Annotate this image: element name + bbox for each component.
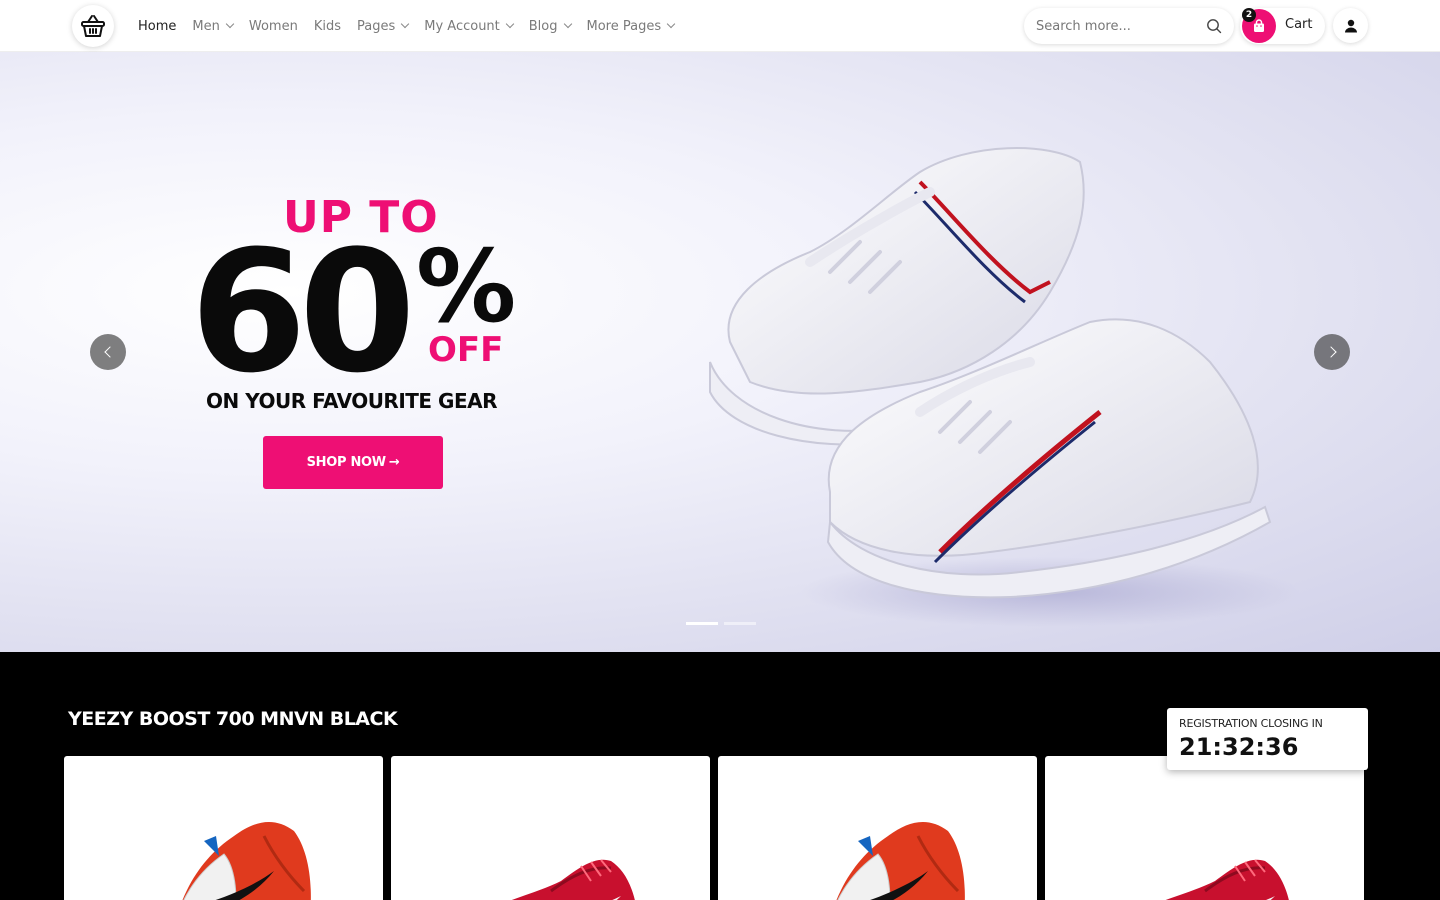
chevron-down-icon (563, 19, 572, 29)
chevron-down-icon (666, 19, 676, 29)
cart-count-badge: 2 (1242, 8, 1256, 22)
nav-kids[interactable]: Kids (314, 19, 341, 34)
promo-tagline: ON YOUR FAVOURITE GEAR (206, 389, 498, 413)
slider-dot[interactable] (724, 622, 756, 625)
chevron-left-icon (103, 346, 116, 358)
white-red-running-shoe-image (182, 821, 311, 900)
promo-percent-sign: % (416, 228, 517, 345)
nav-pages[interactable]: Pages (357, 19, 410, 34)
hero-slider: UP TO 60 % OFF ON YOUR FAVOURITE GEAR SH… (0, 52, 1440, 652)
slider-dot[interactable] (686, 622, 718, 625)
countdown-timer: REGISTRATION CLOSING IN 21:32:36 (1167, 708, 1368, 770)
nav-women[interactable]: Women (249, 19, 298, 34)
chevron-down-icon (225, 19, 235, 29)
product-card[interactable] (718, 756, 1037, 900)
shop-now-label: SHOP NOW (306, 455, 387, 470)
chevron-down-icon (505, 19, 515, 29)
arrow-right-icon: → (388, 455, 400, 470)
site-header: Home Men Women Kids Pages My Account Blo… (0, 0, 1440, 52)
cart-label: Cart (1285, 17, 1313, 32)
product-card[interactable] (64, 756, 383, 900)
nav-more-pages[interactable]: More Pages (587, 19, 676, 34)
promo-discount-value: 60 (190, 214, 416, 410)
nav-blog[interactable]: Blog (529, 19, 572, 34)
nav-men[interactable]: Men (192, 19, 235, 34)
cart-button[interactable]: 2 Cart (1240, 8, 1325, 44)
hero-sneakers-image (709, 147, 1300, 627)
chevron-right-icon (1324, 346, 1337, 358)
product-card[interactable] (391, 756, 710, 900)
promo-off: OFF (428, 330, 504, 370)
main-nav: Home Men Women Kids Pages My Account Blo… (138, 0, 690, 52)
slider-pagination (686, 622, 756, 625)
section-title: YEEZY BOOST 700 MNVN BLACK (68, 708, 398, 730)
user-account-button[interactable] (1333, 8, 1368, 43)
chevron-down-icon (400, 19, 410, 29)
search-icon[interactable] (1206, 18, 1222, 34)
product-list (64, 756, 1364, 900)
red-running-shoe-image (511, 859, 635, 900)
slider-prev-button[interactable] (90, 334, 126, 370)
white-red-running-shoe-image (836, 821, 965, 900)
search-box (1024, 8, 1234, 44)
user-icon (1344, 19, 1357, 32)
shop-now-button[interactable]: SHOP NOW → (263, 436, 443, 489)
nav-home[interactable]: Home (138, 19, 176, 34)
basket-logo-icon[interactable] (72, 5, 114, 47)
product-card[interactable] (1045, 756, 1364, 900)
search-input[interactable] (1036, 16, 1196, 36)
red-running-shoe-image (1165, 859, 1289, 900)
slider-next-button[interactable] (1314, 334, 1350, 370)
nav-my-account[interactable]: My Account (424, 19, 515, 34)
timer-label: REGISTRATION CLOSING IN (1179, 717, 1323, 730)
timer-value: 21:32:36 (1179, 733, 1299, 761)
